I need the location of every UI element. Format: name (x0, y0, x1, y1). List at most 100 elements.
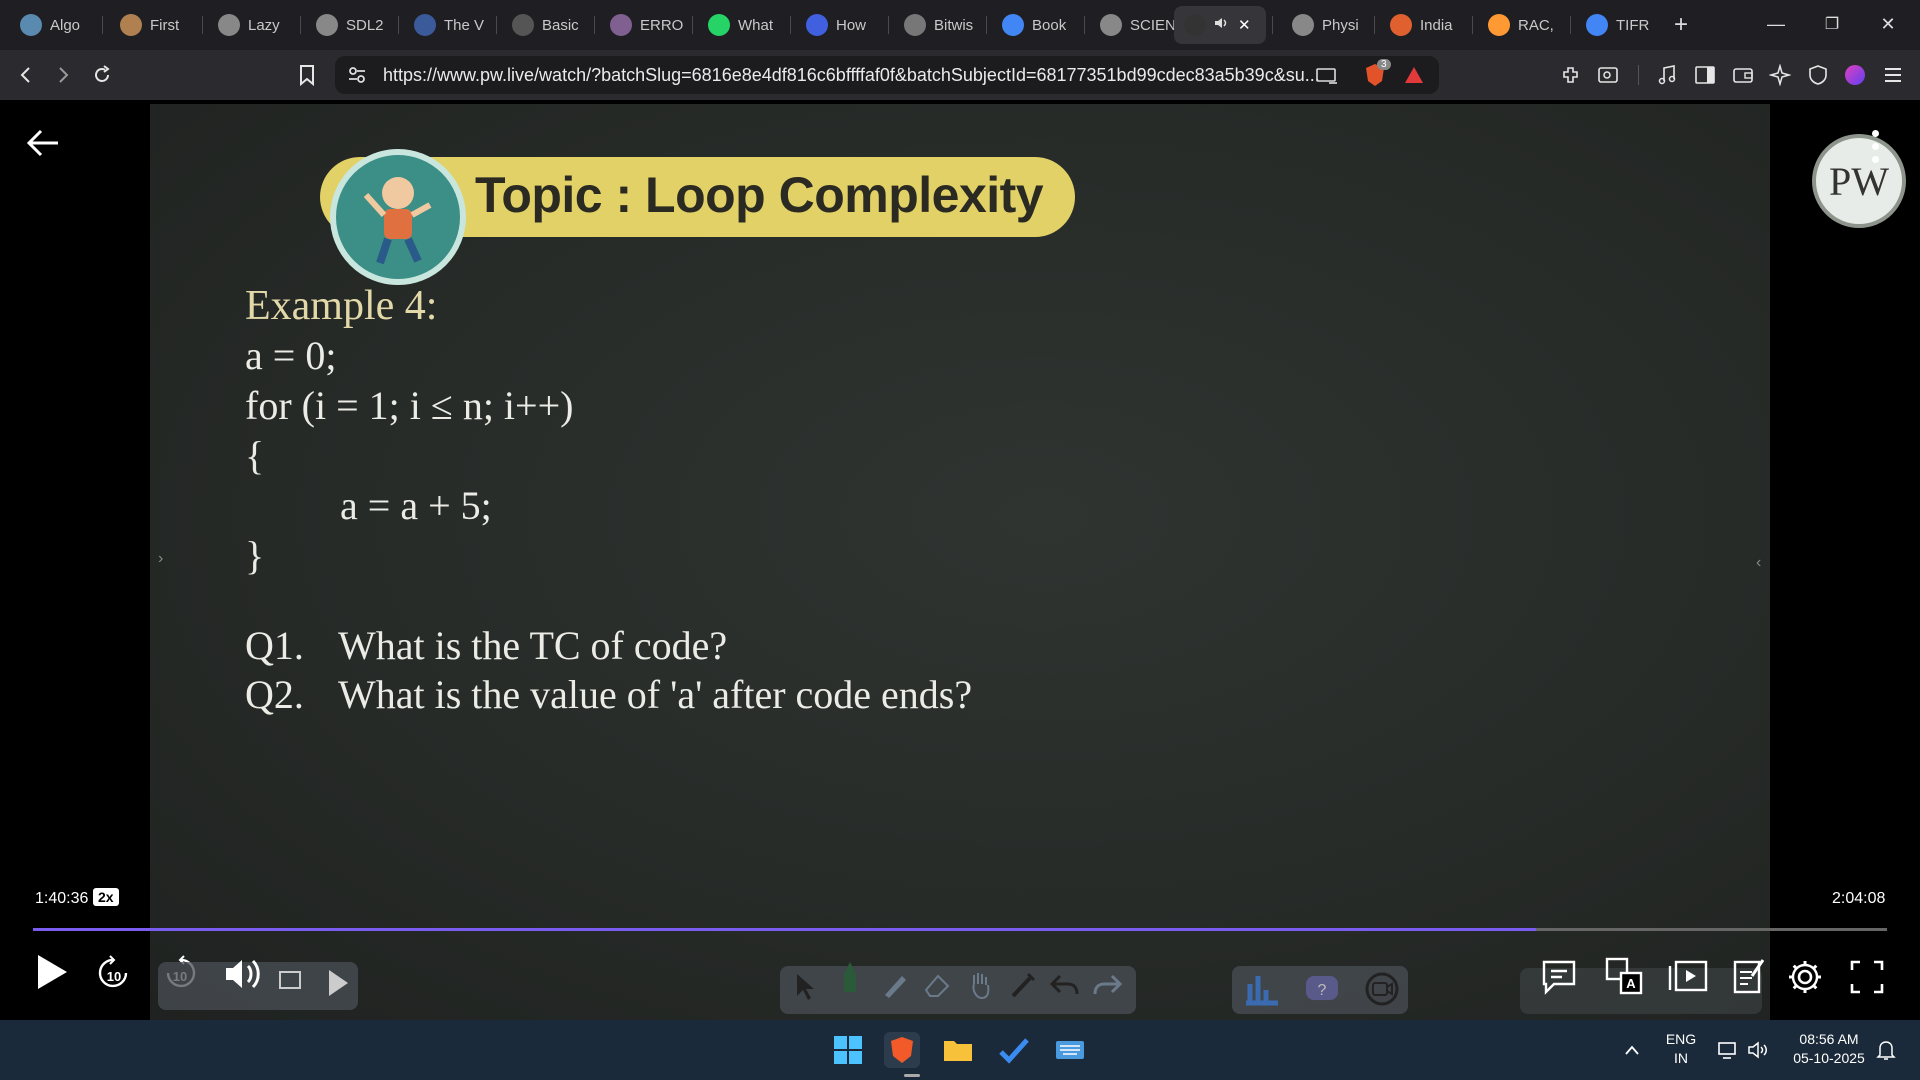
browser-tab[interactable]: How (796, 6, 882, 44)
browser-tab[interactable]: SDL2 (306, 6, 392, 44)
notes-icon[interactable] (1732, 956, 1766, 996)
reader-mode-icon[interactable] (1595, 62, 1621, 88)
question-tool-icon[interactable]: ? (1304, 974, 1340, 1004)
rewind-10-icon[interactable]: 10 (94, 953, 134, 993)
todo-icon[interactable] (996, 1032, 1032, 1068)
left-panel-chevron-icon[interactable]: › (158, 550, 163, 568)
picture-in-picture-icon[interactable] (1668, 958, 1708, 994)
address-bar[interactable]: https://www.pw.live/watch/?batchSlug=681… (335, 56, 1439, 94)
browser-tab[interactable]: Lazy (208, 6, 294, 44)
extensions-icon[interactable] (1559, 62, 1585, 88)
browser-tab[interactable]: RAC, (1478, 6, 1564, 44)
restore-button[interactable]: ❐ (1810, 8, 1854, 40)
wallet-icon[interactable] (1730, 62, 1756, 88)
brave-browser-icon[interactable] (884, 1032, 920, 1068)
video-player[interactable]: Topic : Loop Complexity PW Example 4: a … (0, 100, 1920, 1020)
play-icon[interactable] (34, 952, 70, 992)
pointer-tool-icon[interactable] (794, 972, 816, 1002)
browser-tab[interactable]: Algo (10, 6, 96, 44)
browser-tab[interactable]: Physi (1282, 6, 1368, 44)
keyboard-app-icon[interactable] (1052, 1032, 1088, 1068)
tab-close-icon[interactable]: ✕ (1238, 16, 1251, 34)
pen-tool-icon[interactable] (838, 960, 862, 996)
bookmark-icon (806, 14, 828, 36)
browser-tab[interactable]: ERRO (600, 6, 686, 44)
rewards-icon[interactable] (1403, 65, 1425, 90)
pw-logo-text: PW (1829, 158, 1889, 204)
eraser-tool-icon[interactable] (922, 970, 952, 1000)
example-title: Example 4: (245, 283, 438, 329)
redo-icon[interactable] (1092, 972, 1124, 998)
browser-tab[interactable]: What (698, 6, 784, 44)
profile-icon[interactable] (1842, 62, 1868, 88)
minimize-button[interactable]: — (1754, 8, 1798, 40)
show-hidden-icons-icon[interactable] (1614, 1032, 1650, 1068)
undo-icon[interactable] (1048, 972, 1080, 998)
settings-gear-icon[interactable] (1786, 958, 1824, 996)
language-indicator[interactable]: ENG IN (1660, 1030, 1702, 1068)
tab-label: What (738, 16, 774, 34)
mascot-icon (330, 149, 466, 285)
playback-speed-badge[interactable]: 2x (93, 888, 119, 906)
highlighter-tool-icon[interactable] (880, 970, 910, 1000)
hand-tool-icon[interactable] (966, 970, 994, 1000)
reload-icon[interactable] (89, 62, 115, 88)
translate-icon[interactable]: A (1604, 956, 1644, 996)
right-panel-chevron-icon[interactable]: ‹ (1756, 554, 1761, 572)
site-settings-icon[interactable] (347, 65, 367, 90)
progress-bar[interactable] (33, 928, 1887, 931)
fullscreen-icon[interactable] (1850, 960, 1884, 994)
browser-tab[interactable]: SCIEN (1090, 6, 1174, 44)
elapsed-time: 1:40:36 (35, 890, 89, 907)
brave-shield-icon[interactable]: 3 (1363, 59, 1391, 88)
toolbar-divider (1638, 65, 1639, 85)
speaker-icon[interactable] (1740, 1032, 1776, 1068)
browser-tab[interactable]: Book (992, 6, 1078, 44)
browser-tab[interactable]: TIFR (1576, 6, 1654, 44)
sidebar-icon[interactable] (1692, 62, 1718, 88)
pip-tool-icon[interactable] (278, 968, 304, 992)
tab-separator (202, 16, 203, 34)
media-icon[interactable] (1654, 62, 1680, 88)
tab-separator (692, 16, 693, 34)
windows-start-icon[interactable] (830, 1032, 866, 1068)
bookmark-icon[interactable] (294, 62, 320, 88)
menu-icon[interactable] (1880, 62, 1906, 88)
globe-icon (1100, 14, 1122, 36)
browser-tab[interactable]: Bitwis (894, 6, 980, 44)
back-arrow-icon[interactable] (26, 128, 60, 163)
browser-tab[interactable]: First (110, 6, 196, 44)
file-explorer-icon[interactable] (940, 1032, 976, 1068)
tab-audio-icon[interactable] (1214, 16, 1230, 34)
tab-separator (986, 16, 987, 34)
more-options-icon[interactable] (1872, 130, 1880, 169)
google-icon (1586, 14, 1608, 36)
cast-icon[interactable] (1315, 66, 1339, 91)
chat-icon[interactable] (1540, 958, 1578, 996)
browser-tab[interactable]: ✕ (1174, 6, 1266, 44)
vpn-icon[interactable] (1805, 62, 1831, 88)
tab-label: Bitwis (934, 16, 974, 34)
tab-label: SDL2 (346, 16, 384, 34)
site-icon (610, 14, 632, 36)
notification-bell-icon[interactable] (1868, 1032, 1904, 1068)
leo-ai-icon[interactable] (1767, 62, 1793, 88)
browser-tab[interactable]: The V (404, 6, 490, 44)
tab-label: India (1420, 16, 1453, 34)
url-text[interactable]: https://www.pw.live/watch/?batchSlug=681… (383, 65, 1320, 86)
back-icon[interactable] (13, 62, 39, 88)
laser-tool-icon[interactable] (1008, 970, 1038, 1000)
chart-tool-icon[interactable] (1244, 970, 1280, 1006)
pw-icon (1184, 14, 1206, 36)
volume-icon[interactable] (222, 956, 264, 992)
clock-time: 08:56 AM (1799, 1031, 1859, 1047)
browser-tab[interactable]: Basic (502, 6, 588, 44)
clock[interactable]: 08:56 AM 05-10-2025 (1784, 1030, 1874, 1068)
forward-icon[interactable] (50, 62, 76, 88)
camera-tool-icon[interactable] (1362, 972, 1402, 1006)
new-tab-button[interactable]: + (1664, 6, 1698, 44)
browser-tab[interactable]: India (1380, 6, 1466, 44)
close-window-button[interactable]: ✕ (1866, 8, 1910, 40)
next-icon[interactable] (326, 968, 350, 998)
tab-label: First (150, 16, 180, 34)
